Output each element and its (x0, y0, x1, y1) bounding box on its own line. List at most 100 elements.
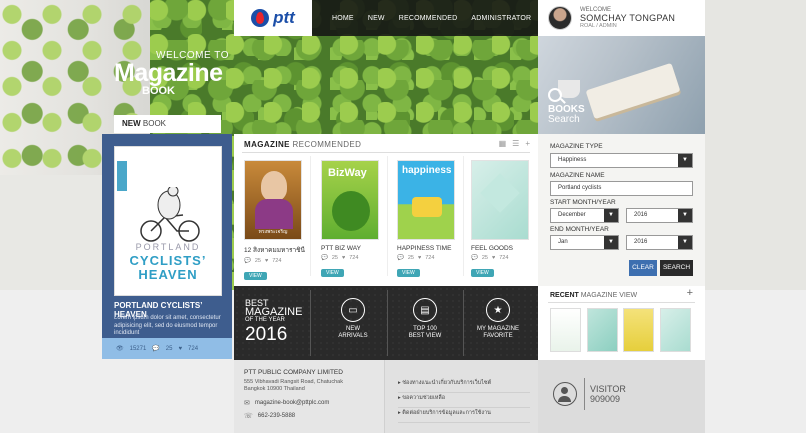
view-button[interactable]: VIEW (321, 269, 344, 277)
end-date-label: END MONTH/YEAR (550, 226, 609, 233)
magazine-cover[interactable] (471, 160, 529, 240)
new-arrivals-label-1: NEW (346, 326, 360, 332)
view-button[interactable]: VIEW (397, 269, 420, 277)
heart-icon: ♥ (417, 255, 422, 261)
cover-heaven: HEAVEN (138, 267, 198, 282)
divider (548, 302, 695, 303)
end-month-select[interactable]: Jan ▼ (550, 235, 619, 250)
magazine-type-label: MAGAZINE TYPE (550, 143, 603, 150)
likes-count: 724 (499, 255, 509, 261)
magazine-card[interactable]: FEEL GOODS 💬 25 ♥ 724 VIEW (471, 160, 529, 279)
magazine-title[interactable]: PTT BIZ WAY (321, 245, 379, 252)
open-book-shape (585, 62, 681, 120)
magazine-title[interactable]: 12 สิงหาคมมหาราชินี (244, 245, 305, 255)
cover-portland: PORTLAND (135, 242, 201, 252)
nav-recommended[interactable]: RECOMMENDED (399, 15, 458, 22)
welcome-line-2: Magazine (114, 59, 223, 87)
comment-icon: 💬 (244, 258, 251, 264)
recent-heading-bold: RECENT (550, 292, 579, 299)
phone-contact: ☏ 662-239-5888 (244, 412, 295, 420)
divider (387, 156, 388, 276)
chevron-down-icon: ▼ (604, 209, 618, 222)
ptt-logo[interactable]: ptt (234, 0, 312, 36)
heart-icon: ♥ (264, 258, 269, 264)
nav-administrator[interactable]: ADMINISTRATOR (471, 15, 531, 22)
chevron-down-icon: ▼ (678, 209, 692, 222)
footer-link[interactable]: ▸ ช่องทางแนะนำเกี่ยวกับบริการเว็บไซต์ (398, 379, 530, 393)
divider (242, 152, 530, 153)
visitor-count: 909009 (590, 394, 621, 404)
cover-text: BizWay (328, 167, 367, 179)
comment-icon: 💬 (321, 255, 328, 261)
company-address: 555 Vibhavadi Rangsit Road, Chatuchak Ba… (244, 379, 384, 393)
divider (463, 156, 464, 276)
footer-link-text[interactable]: ขอความช่วยเหลือ (402, 395, 445, 401)
grid-view-icon[interactable]: ▦ (499, 139, 507, 148)
portrait-face-shape (261, 171, 287, 201)
view-button[interactable]: VIEW (471, 269, 494, 277)
magazine-cover[interactable]: happiness (397, 160, 455, 240)
recent-thumbnail[interactable] (587, 308, 618, 352)
email-contact[interactable]: ✉ magazine-book@pttplc.com (244, 399, 329, 407)
magazine-cover[interactable]: BizWay (321, 160, 379, 240)
clear-button[interactable]: CLEAR (629, 260, 657, 276)
footer-link[interactable]: ▸ ติดต่อฝ่ายบริการข้อมูลและการใช้งาน (398, 409, 530, 423)
new-book-card[interactable]: PORTLAND CYCLISTS’ HEAVEN PORTLAND CYCLI… (102, 134, 232, 359)
magazine-cover[interactable]: ทรงพระเจริญ (244, 160, 302, 240)
start-year-select[interactable]: 2016 ▼ (626, 208, 693, 223)
magazine-card[interactable]: happiness HAPPINESS TIME 💬 25 ♥ 724 VIEW (397, 160, 455, 279)
visitor-counter: VISITOR 909009 (590, 384, 626, 404)
list-view-icon[interactable]: ☰ (512, 139, 519, 148)
magazine-name-label: MAGAZINE NAME (550, 172, 605, 179)
likes-count: 724 (188, 345, 199, 352)
recent-heading: RECENT MAGAZINE VIEW (550, 292, 637, 299)
email-text[interactable]: magazine-book@pttplc.com (255, 400, 329, 406)
views-count: 15271 (129, 345, 147, 352)
start-month-value: December (558, 212, 586, 218)
cover-text: ทรงพระเจริญ (258, 229, 288, 235)
cover-cyclists: CYCLISTS’ (129, 253, 207, 268)
heart-icon: ♥ (341, 255, 346, 261)
plus-icon[interactable]: + (525, 139, 530, 148)
footer-link-text[interactable]: ติดต่อฝ่ายบริการข้อมูลและการใช้งาน (402, 410, 491, 416)
page: ptt HOME NEW RECOMMENDED ADMINISTRATOR W… (0, 0, 806, 433)
recent-thumbnail[interactable] (660, 308, 691, 352)
new-arrivals-button[interactable]: ▭ NEW ARRIVALS (318, 298, 388, 340)
divider (310, 156, 311, 276)
search-button[interactable]: SEARCH (660, 260, 693, 276)
user-name: SOMCHAY TONGPAN (580, 13, 676, 23)
best-line-2: MAGAZINE (245, 306, 303, 318)
view-button[interactable]: VIEW (244, 272, 267, 280)
heart-icon: ♥ (178, 345, 183, 352)
end-year-select[interactable]: 2016 ▼ (626, 235, 693, 250)
magazine-title[interactable]: HAPPINESS TIME (397, 245, 455, 252)
comment-icon: 💬 (471, 255, 478, 261)
user-profile[interactable]: WELCOME SOMCHAY TONGPAN ROAL / ADMIN (538, 0, 705, 36)
chevron-down-icon: ▼ (678, 154, 692, 167)
top-100-label-1: TOP 100 (413, 326, 437, 332)
start-month-select[interactable]: December ▼ (550, 208, 619, 223)
magazine-type-select[interactable]: Happiness ▼ (550, 153, 693, 168)
phone-icon: ☏ (244, 413, 253, 420)
comment-icon: 💬 (152, 346, 160, 352)
nav-home[interactable]: HOME (332, 15, 354, 22)
address-line-2: Bangkok 10900 Thailand (244, 386, 305, 392)
recent-more-button[interactable]: + (687, 287, 693, 299)
magazine-title[interactable]: FEEL GOODS (471, 245, 529, 252)
magazine-card[interactable]: BizWay PTT BIZ WAY 💬 25 ♥ 724 VIEW (321, 160, 379, 279)
magazine-stats: 💬 25 ♥ 724 (244, 258, 302, 264)
recommended-panel: MAGAZINE RECOMMENDED ▦ ☰ + ทรงพระเจริญ 1… (234, 134, 538, 286)
magazine-name-input[interactable]: Portland cyclists (550, 181, 693, 196)
recent-thumbnail[interactable] (550, 308, 581, 352)
recent-heading-rest: MAGAZINE VIEW (578, 292, 638, 299)
new-book-cover[interactable]: PORTLAND CYCLISTS’ HEAVEN (114, 146, 222, 296)
new-book-stats: 👁 15271 💬 25 ♥ 724 (102, 338, 232, 359)
top-100-button[interactable]: ▤ TOP 100 BEST VIEW (390, 298, 460, 340)
footer-link-text[interactable]: ช่องทางแนะนำเกี่ยวกับบริการเว็บไซต์ (402, 380, 491, 386)
books-search-subtitle: Search (548, 114, 580, 125)
magazine-card[interactable]: ทรงพระเจริญ 12 สิงหาคมมหาราชินี 💬 25 ♥ 724 … (244, 160, 305, 282)
favorite-button[interactable]: ★ MY MAGAZINE FAVORITE (463, 298, 533, 340)
nav-new[interactable]: NEW (368, 15, 385, 22)
footer-link[interactable]: ▸ ขอความช่วยเหลือ (398, 394, 530, 408)
recent-thumbnail[interactable] (623, 308, 654, 352)
